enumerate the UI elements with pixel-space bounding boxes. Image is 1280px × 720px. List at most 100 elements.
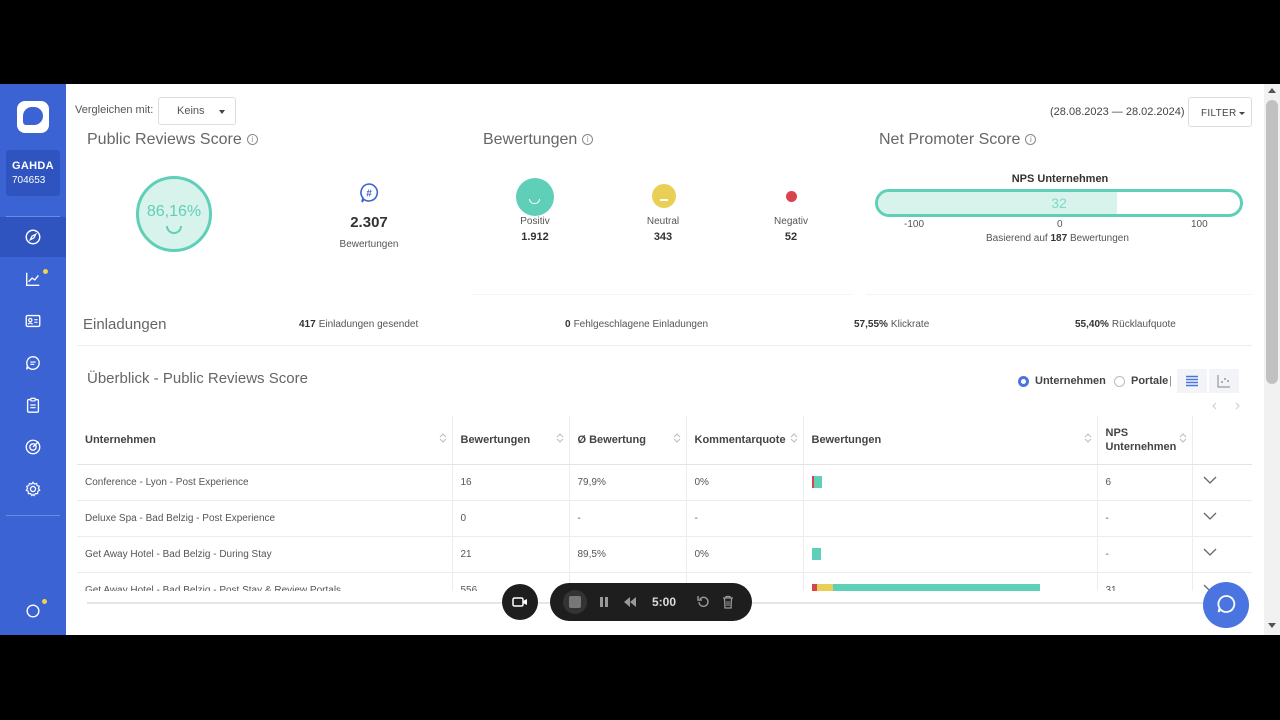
sidebar-item-status[interactable] [0, 591, 66, 631]
cell-reviews: 21 [452, 536, 570, 573]
pagination-arrows-icon[interactable] [1212, 402, 1252, 410]
list-icon [1186, 375, 1198, 387]
neutral-indicator [652, 184, 676, 208]
table-row[interactable]: Conference - Lyon - Post Experience 16 79,… [77, 464, 1252, 501]
cell-reviews: 16 [452, 464, 570, 501]
support-chat-button[interactable] [1203, 582, 1249, 628]
column-header-label: Kommentarquote [694, 433, 786, 446]
app-logo[interactable] [17, 101, 49, 133]
camera-button[interactable] [502, 584, 538, 620]
sidebar-item-goals[interactable] [0, 427, 66, 467]
rewind-icon[interactable] [623, 596, 637, 608]
return-rate: 55,40% Rücklaufquote [1075, 319, 1176, 330]
hashtag-bubble-icon: # [360, 183, 379, 203]
sort-icon[interactable] [1084, 432, 1092, 444]
vertical-scroll-thumb[interactable] [1266, 100, 1278, 384]
invitations-sent-value: 417 [299, 319, 316, 330]
cell-expand[interactable] [1192, 536, 1252, 573]
divider [866, 294, 1251, 295]
column-header-label: Bewertungen [460, 433, 531, 446]
sort-icon[interactable] [790, 432, 798, 444]
recording-controls [550, 583, 752, 621]
radio-portals-label[interactable]: Portale [1131, 375, 1168, 387]
column-header-nps[interactable]: NPS Unternehmen [1097, 416, 1193, 465]
trend-chart-icon [26, 272, 40, 286]
nps-min: -100 [904, 219, 925, 230]
scroll-up-arrow-icon[interactable] [1268, 88, 1276, 93]
smile-icon [166, 226, 182, 234]
column-header-company[interactable]: Unternehmen [77, 416, 453, 465]
click-rate-value: 57,55% [854, 319, 888, 330]
column-header-avg-rating[interactable]: Ø Bewertung [569, 416, 687, 465]
sort-icon[interactable] [439, 432, 447, 444]
invitations-failed-value: 0 [565, 319, 571, 330]
compare-select[interactable]: Keins [158, 97, 236, 125]
chevron-down-icon[interactable] [1203, 548, 1217, 557]
sidebar-item-settings[interactable] [0, 469, 66, 509]
cell-ratings-bar [803, 464, 1098, 501]
info-icon[interactable]: i [246, 134, 258, 145]
cell-nps: - [1097, 500, 1193, 537]
bar-positive-segment [813, 476, 822, 488]
table-row[interactable]: Get Away Hotel - Bad Belzig - During Sta… [77, 536, 1252, 573]
sidebar-item-analytics[interactable] [0, 259, 66, 299]
restart-icon[interactable] [697, 595, 710, 608]
cell-expand[interactable] [1192, 464, 1252, 501]
positive-count: 1.912 [521, 231, 549, 243]
sidebar-item-dashboard[interactable] [0, 217, 66, 257]
info-icon[interactable]: i [1025, 134, 1037, 145]
score-value: 86,16% [146, 203, 202, 220]
account-id: 704653 [12, 175, 46, 186]
radio-company[interactable] [1018, 376, 1029, 387]
trash-icon[interactable] [722, 595, 734, 609]
nps-basis-count: 187 [1050, 233, 1068, 244]
reviews-count: 2.307 [350, 214, 388, 231]
column-header-reviews[interactable]: Bewertungen [452, 416, 570, 465]
chevron-down-icon[interactable] [1203, 476, 1217, 485]
overview-table: Unternehmen Bewertungen Ø Bewertung Komm… [77, 416, 1252, 609]
chat-bubble-icon [26, 356, 40, 370]
cell-ratings-bar [803, 500, 1098, 537]
cell-comment-rate: - [686, 500, 804, 537]
neutral-label: Neutral [646, 216, 680, 227]
chevron-down-icon[interactable] [1203, 512, 1217, 521]
column-header-label: Unternehmen [85, 433, 156, 446]
sidebar-item-surveys[interactable] [0, 385, 66, 425]
main-content: Vergleichen mit: Keins (28.08.2023 — 28.… [66, 84, 1264, 635]
radio-separator: | [1169, 375, 1172, 387]
column-header-ratings-distribution[interactable]: Bewertungen [803, 416, 1098, 465]
table-row[interactable]: Deluxe Spa - Bad Belzig - Post Experienc… [77, 500, 1252, 537]
radio-company-label[interactable]: Unternehmen [1035, 375, 1106, 387]
sidebar-item-messages[interactable] [0, 343, 66, 383]
nps-gauge: 32 [875, 189, 1243, 217]
column-header-comment-rate[interactable]: Kommentarquote [686, 416, 804, 465]
stop-button[interactable] [563, 590, 587, 614]
cell-nps: - [1097, 536, 1193, 573]
negative-label: Negativ [774, 216, 808, 227]
scatter-chart-icon [1217, 375, 1230, 388]
sort-icon[interactable] [1179, 432, 1187, 444]
info-icon[interactable]: i [582, 134, 594, 145]
cell-nps: 6 [1097, 464, 1193, 501]
return-rate-value: 55,40% [1075, 319, 1109, 330]
nps-title-text: Net Promoter Score [879, 131, 1021, 148]
scatter-view-button[interactable] [1209, 369, 1239, 393]
sort-icon[interactable] [673, 432, 681, 444]
sort-icon[interactable] [556, 432, 564, 444]
public-reviews-score-title: Public Reviews Score i [87, 131, 258, 149]
target-icon [25, 439, 41, 455]
account-switcher[interactable]: GAHDA 704653 [6, 150, 60, 196]
list-view-button[interactable] [1177, 369, 1207, 393]
neutral-count: 343 [653, 231, 673, 243]
reviews-count-label: Bewertungen [339, 239, 399, 250]
ratings-title-text: Bewertungen [483, 131, 578, 148]
radio-portals[interactable] [1114, 376, 1125, 387]
scroll-down-arrow-icon[interactable] [1268, 623, 1276, 628]
cell-expand[interactable] [1192, 500, 1252, 537]
clipboard-icon [26, 397, 40, 413]
contact-card-icon [25, 314, 41, 328]
sidebar-item-contacts[interactable] [0, 301, 66, 341]
pause-icon[interactable] [598, 596, 610, 608]
cell-comment-rate: 0% [686, 536, 804, 573]
filter-button[interactable]: FILTER [1188, 97, 1252, 127]
